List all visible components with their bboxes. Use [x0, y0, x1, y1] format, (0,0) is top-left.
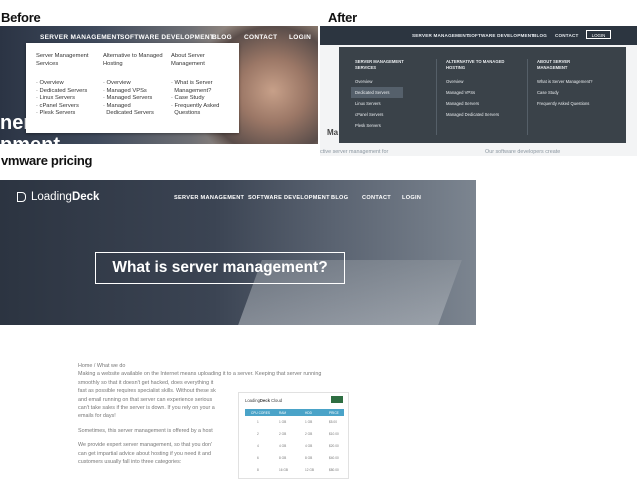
site-logo[interactable]: LoadingDeck — [31, 191, 99, 203]
menu-item-dedicated-servers: Dedicated Servers — [106, 110, 154, 116]
hero-text-fragment-2: pment — [0, 134, 60, 144]
nav-software-development[interactable]: SOFTWARE DEVELOPMENT — [248, 195, 330, 201]
nav-contact[interactable]: CONTACT — [244, 34, 277, 41]
menu-item-overview: · Overview — [36, 80, 64, 86]
menu-item-case-study: · Case Study — [171, 95, 205, 101]
menu-column-services: Server Management Services · Overview · … — [36, 53, 96, 118]
menu-column-services: SERVER MANAGEMENT SERVICES Overview Dedi… — [351, 59, 415, 131]
nav-contact[interactable]: CONTACT — [362, 195, 391, 201]
menu-item-managed-dedicated[interactable]: Managed Dedicated Servers — [446, 109, 506, 120]
menu-item-linux: · Linux Servers — [36, 95, 75, 101]
table-row: 11 GB 1 GB $5.00 — [257, 420, 337, 424]
menu-item-overview[interactable]: Overview — [446, 76, 506, 87]
nav-server-management[interactable]: SERVER MANAGEMENT — [40, 34, 121, 41]
paragraph-line: fast as possible requires specialist ski… — [78, 388, 216, 395]
footer-text-left: ctive server management for — [320, 149, 389, 155]
menu-column-about: ABOUT SERVER MANAGEMENT What is Server M… — [537, 59, 597, 109]
menu-item-managed-vps: · Managed VPSs — [103, 87, 147, 94]
pricing-table-image: LoadingDeck Cloud CPU CORES RAM HDD PRIC… — [238, 392, 349, 479]
paragraph-line: customers usually fall into three catego… — [78, 459, 182, 466]
nav-login[interactable]: LOGIN — [402, 195, 421, 201]
menu-column-heading: About Server Management — [171, 53, 205, 67]
nav-blog[interactable]: BLOG — [212, 34, 232, 41]
menu-item-dedicated-selected[interactable]: Dedicated Servers — [351, 87, 403, 98]
column-header: CPU CORES — [251, 410, 270, 415]
column-header: PRICE — [329, 410, 339, 415]
menu-item-plesk: · Plesk Servers — [36, 110, 76, 116]
menu-column-alternative: ALTERNATIVE TO MANAGED HOSTING Overview … — [446, 59, 506, 120]
menu-item-overview: · Overview — [103, 80, 131, 86]
menu-item-faq-cont: Questions — [174, 110, 201, 116]
before-screenshot: SERVER MANAGEMENT SOFTWARE DEVELOPMENT B… — [0, 26, 318, 144]
paragraph-line: can't take sales if the server is down. … — [78, 405, 215, 412]
menu-column-heading: Server Management Services — [36, 53, 89, 67]
nav-server-management[interactable]: SERVER MANAGEMENT — [412, 33, 469, 38]
menu-item-what-is: · What is Server — [171, 80, 213, 86]
menu-item-managed: · Managed — [103, 102, 131, 109]
paragraph-line: can get impartial advice about hosting i… — [78, 450, 212, 457]
nav-contact[interactable]: CONTACT — [555, 33, 579, 38]
table-row: 22 GB 2 GB $10.00 — [257, 432, 339, 436]
menu-column-heading: Alternative to Managed Hosting — [103, 53, 163, 67]
menu-item-faq: · Frequently Asked — [171, 102, 220, 109]
table-logo: LoadingDeck Cloud — [245, 398, 283, 403]
menu-item-faq[interactable]: Frequently Asked Questions — [537, 98, 597, 109]
column-header: RAM — [279, 410, 287, 415]
menu-item-linux[interactable]: Linux Servers — [355, 98, 415, 109]
menu-item-cpanel: · cPanel Servers — [36, 102, 79, 109]
footer-text-right: Our software developers create — [485, 149, 561, 155]
nav-server-management[interactable]: SERVER MANAGEMENT — [174, 195, 244, 201]
table-row: 44 GB 4 GB $20.00 — [257, 444, 339, 448]
article-body: Home / What we do Making a website avail… — [78, 362, 322, 466]
menu-column-heading: SERVER MANAGEMENT SERVICES — [355, 59, 404, 70]
menu-item-managed-servers[interactable]: Managed Servers — [446, 98, 506, 109]
menu-column-heading: ALTERNATIVE TO MANAGED HOSTING — [446, 59, 505, 70]
column-header: HDD — [305, 410, 312, 415]
paragraph-line: We provide expert server management, so … — [78, 442, 212, 449]
menu-item-dedicated: · Dedicated Servers — [36, 87, 88, 94]
after-label: After — [328, 10, 357, 25]
menu-item-what-is[interactable]: What is Server Management? — [537, 76, 597, 87]
menu-column-heading: ABOUT SERVER MANAGEMENT — [537, 59, 571, 70]
page-title: What is server management? — [95, 252, 345, 284]
menu-item-managed-servers: · Managed Servers — [103, 95, 153, 101]
menu-column-alternative: Alternative to Managed Hosting · Overvie… — [103, 53, 163, 118]
table-header: CPU CORES RAM HDD PRICE — [245, 409, 344, 416]
nav-software-development[interactable]: SOFTWARE DEVELOPMENT — [468, 33, 534, 38]
menu-item-plesk[interactable]: Plesk Servers — [355, 120, 415, 131]
column-divider — [436, 59, 437, 135]
table-row: 8 16 GB 12 GB $80.00 — [257, 468, 339, 472]
breadcrumb[interactable]: Home / What we do — [78, 362, 228, 370]
top-nav-bar: SERVER MANAGEMENT SOFTWARE DEVELOPMENT B… — [320, 26, 637, 45]
paragraph-line: emails for days! — [78, 413, 116, 420]
menu-item-case-study[interactable]: Case Study — [537, 87, 597, 98]
menu-column-about: About Server Management · What is Server… — [171, 53, 231, 118]
vmware-badge-icon — [331, 396, 343, 403]
vmware-pricing-label: vmware pricing — [1, 153, 93, 168]
before-label: Before — [1, 10, 41, 25]
loadingdeck-logo-icon — [17, 192, 26, 202]
paragraph-line: Sometimes, this server management is off… — [78, 427, 213, 434]
hero-banner: LoadingDeck SERVER MANAGEMENT SOFTWARE D… — [0, 180, 476, 325]
paragraph-line: and email running on that server can exp… — [78, 396, 213, 403]
paragraph-line: smoothly so that it doesn't get hacked, … — [78, 379, 214, 386]
dropdown-menu: Server Management Services · Overview · … — [26, 43, 239, 133]
column-divider — [527, 59, 528, 135]
nav-blog[interactable]: BLOG — [533, 33, 547, 38]
after-screenshot: SERVER MANAGEMENT SOFTWARE DEVELOPMENT B… — [320, 26, 637, 156]
menu-item-cpanel[interactable]: cPanel Servers — [355, 109, 415, 120]
nav-login[interactable]: LOGIN — [289, 34, 311, 41]
mega-menu-panel: SERVER MANAGEMENT SERVICES Overview Dedi… — [339, 47, 626, 143]
nav-software-development[interactable]: SOFTWARE DEVELOPMENT — [120, 34, 214, 41]
table-row: 68 GB 8 GB $40.00 — [257, 456, 339, 460]
menu-item-what-is-cont: Management? — [174, 87, 212, 94]
login-button[interactable]: LOGIN — [586, 30, 611, 39]
nav-blog[interactable]: BLOG — [331, 195, 348, 201]
paragraph-line: Making a website available on the Intern… — [78, 371, 322, 378]
menu-item-managed-vps[interactable]: Managed VPSs — [446, 87, 506, 98]
menu-item-overview[interactable]: Overview — [355, 76, 415, 87]
page-heading-fragment: Ma — [327, 128, 339, 137]
